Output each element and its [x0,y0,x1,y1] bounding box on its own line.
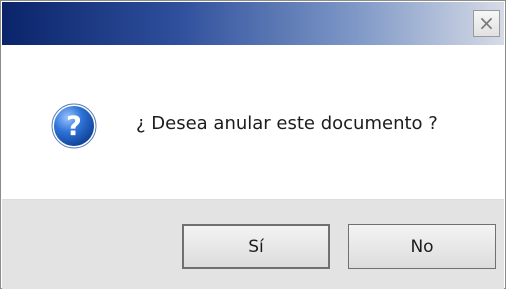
dialog-footer: Sí No [2,199,504,289]
dialog-titlebar[interactable]: × [2,2,504,45]
question-icon: ? [51,103,97,149]
dialog-body: ? ¿ Desea anular este documento ? [2,45,504,199]
yes-button[interactable]: Sí [182,224,330,269]
no-button[interactable]: No [348,224,496,269]
close-icon: × [478,11,495,35]
confirm-dialog: × ? ¿ Desea anular este documento ? Sí N… [0,0,506,289]
close-button[interactable]: × [473,10,500,37]
svg-text:?: ? [66,111,82,142]
dialog-message: ¿ Desea anular este documento ? [136,113,438,134]
